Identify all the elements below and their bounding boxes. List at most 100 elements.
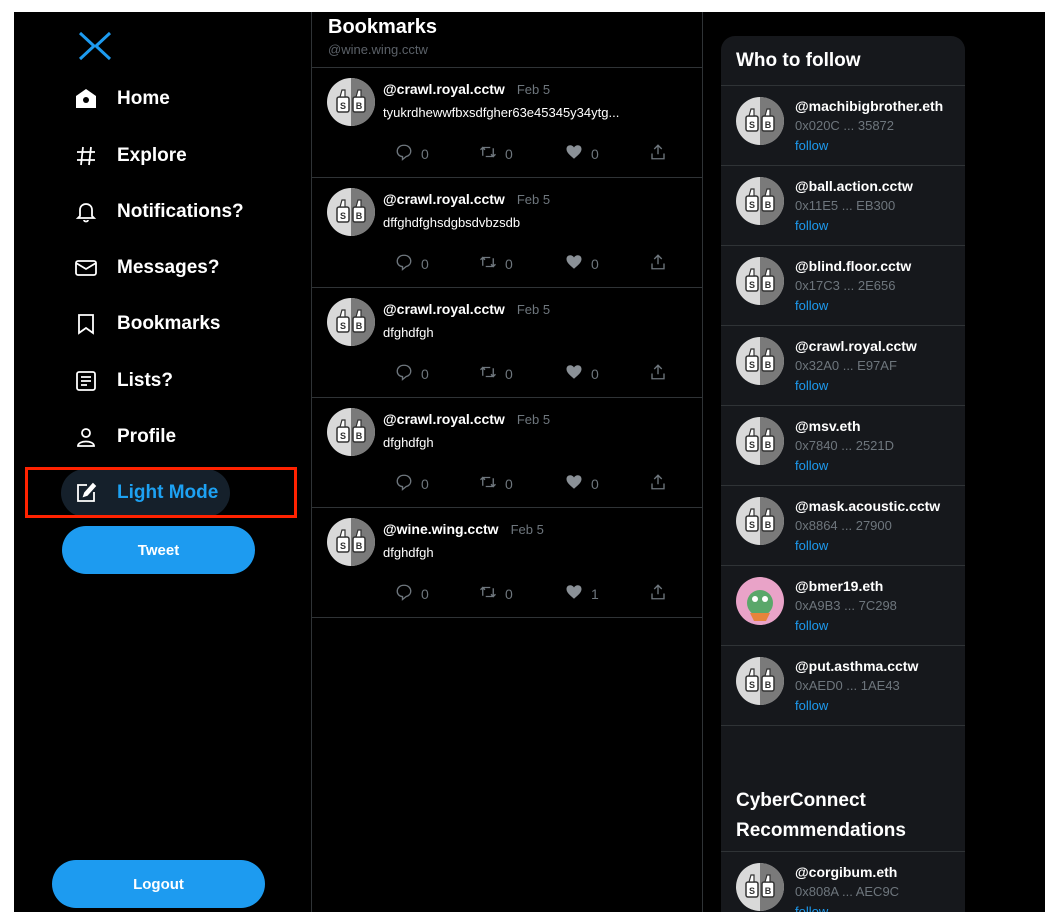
suggestion-handle[interactable]: @put.asthma.cctw: [795, 658, 918, 674]
sidebar-item-profile[interactable]: Profile: [61, 413, 188, 461]
post-handle[interactable]: @crawl.royal.cctw: [383, 191, 505, 207]
follow-link[interactable]: follow: [795, 698, 828, 713]
avatar[interactable]: SB: [736, 97, 784, 145]
home-icon: [73, 86, 99, 112]
post-item[interactable]: S B @crawl.royal.cctw Feb 5 dfghdfgh 0 0 0: [312, 398, 702, 508]
suggestion-handle[interactable]: @bmer19.eth: [795, 578, 883, 594]
follow-suggestion[interactable]: S B @blind.floor.cctw 0x17C3 ... 2E656 follo…: [721, 246, 965, 326]
avatar[interactable]: SB: [327, 78, 375, 126]
avatar[interactable]: SB: [736, 257, 784, 305]
suggestion-address: 0x808A ... AEC9C: [795, 884, 900, 899]
follow-link[interactable]: follow: [795, 458, 828, 473]
avatar[interactable]: SB: [327, 518, 375, 566]
recommendations-list: S B @corgibum.eth 0x808A ... AEC9C follow: [721, 852, 965, 912]
reply-button[interactable]: 0: [395, 473, 429, 494]
follow-link[interactable]: follow: [795, 298, 828, 313]
post-handle[interactable]: @crawl.royal.cctw: [383, 301, 505, 317]
follow-link[interactable]: follow: [795, 378, 828, 393]
avatar[interactable]: SB: [736, 337, 784, 385]
follow-suggestion[interactable]: S B @machibigbrother.eth 0x020C ... 35872 fo…: [721, 86, 965, 166]
post-item[interactable]: S B @wine.wing.cctw Feb 5 dfghdfgh 0 0 1: [312, 508, 702, 618]
post-item[interactable]: S B @crawl.royal.cctw Feb 5 dfghdfgh 0 0 0: [312, 288, 702, 398]
retweet-button[interactable]: 0: [479, 363, 513, 384]
like-button[interactable]: 1: [565, 583, 599, 604]
follow-link[interactable]: follow: [795, 218, 828, 233]
like-button[interactable]: 0: [565, 473, 599, 494]
retweet-button[interactable]: 0: [479, 143, 513, 164]
logout-button[interactable]: Logout: [52, 860, 265, 908]
sidebar: Home Explore Notifications? Messages? Bo: [14, 12, 311, 912]
post-handle[interactable]: @crawl.royal.cctw: [383, 81, 505, 97]
avatar[interactable]: SB: [736, 657, 784, 705]
sidebar-item-home[interactable]: Home: [61, 75, 182, 123]
post-handle[interactable]: @crawl.royal.cctw: [383, 411, 505, 427]
follow-link[interactable]: follow: [795, 538, 828, 553]
reply-button[interactable]: 0: [395, 583, 429, 604]
suggestion-handle[interactable]: @crawl.royal.cctw: [795, 338, 917, 354]
share-button[interactable]: [649, 473, 667, 494]
sidebar-item-messages[interactable]: Messages?: [61, 244, 231, 292]
suggestion-handle[interactable]: @blind.floor.cctw: [795, 258, 911, 274]
follow-suggestion[interactable]: S B @ball.action.cctw 0x11E5 ... EB300 follo…: [721, 166, 965, 246]
svg-text:B: B: [765, 360, 772, 370]
sidebar-item-notifications[interactable]: Notifications?: [61, 188, 256, 236]
follow-suggestion[interactable]: S B @mask.acoustic.cctw 0x8864 ... 27900 fol…: [721, 486, 965, 566]
avatar[interactable]: SB: [736, 177, 784, 225]
suggestion-handle[interactable]: @ball.action.cctw: [795, 178, 913, 194]
recommendations-title-line: Recommendations: [736, 820, 906, 841]
post-date: Feb 5: [516, 82, 551, 97]
like-button[interactable]: 0: [565, 143, 599, 164]
post-handle[interactable]: @wine.wing.cctw: [383, 521, 499, 537]
suggestion-address: 0x32A0 ... E97AF: [795, 358, 897, 373]
share-button[interactable]: [649, 143, 667, 164]
follow-link[interactable]: follow: [795, 618, 828, 633]
post-meta: @wine.wing.cctw Feb 5: [383, 521, 544, 537]
retweet-button[interactable]: 0: [479, 583, 513, 604]
retweet-button[interactable]: 0: [479, 253, 513, 274]
who-to-follow-list: S B @machibigbrother.eth 0x020C ... 35872 fo…: [721, 86, 965, 726]
avatar[interactable]: SB: [736, 497, 784, 545]
suggestion-handle[interactable]: @mask.acoustic.cctw: [795, 498, 940, 514]
sidebar-item-label: Bookmarks: [117, 313, 221, 334]
suggestion-handle[interactable]: @corgibum.eth: [795, 864, 897, 880]
retweet-count: 0: [505, 255, 513, 272]
share-button[interactable]: [649, 363, 667, 384]
like-count: 1: [591, 585, 599, 602]
follow-link[interactable]: follow: [795, 138, 828, 153]
avatar[interactable]: SB: [736, 417, 784, 465]
sidebar-item-label: Notifications?: [117, 201, 244, 222]
follow-suggestion[interactable]: S B @crawl.royal.cctw 0x32A0 ... E97AF follo…: [721, 326, 965, 406]
like-button[interactable]: 0: [565, 253, 599, 274]
follow-suggestion[interactable]: S B @msv.eth 0x7840 ... 2521D follow: [721, 406, 965, 486]
follow-link[interactable]: follow: [795, 904, 828, 912]
cyberconnect-x-logo-icon[interactable]: [78, 29, 112, 63]
post-item[interactable]: S B @crawl.royal.cctw Feb 5 dffghdfghsdgbsdv…: [312, 178, 702, 288]
suggestion-handle[interactable]: @msv.eth: [795, 418, 861, 434]
avatar[interactable]: SB: [736, 863, 784, 911]
avatar[interactable]: SB: [327, 408, 375, 456]
share-button[interactable]: [649, 583, 667, 604]
page-subtitle: @wine.wing.cctw: [328, 42, 428, 57]
reply-button[interactable]: 0: [395, 143, 429, 164]
tweet-button[interactable]: Tweet: [62, 526, 255, 574]
retweet-button[interactable]: 0: [479, 473, 513, 494]
post-item[interactable]: S B @crawl.royal.cctw Feb 5 tyukrdhewwfbxsdf…: [312, 68, 702, 178]
post-list: S B @crawl.royal.cctw Feb 5 tyukrdhewwfbxsdf…: [312, 68, 702, 618]
sidebar-item-lists[interactable]: Lists?: [61, 357, 185, 405]
recommendation-item[interactable]: S B @corgibum.eth 0x808A ... AEC9C follow: [721, 852, 965, 912]
reply-button[interactable]: 0: [395, 363, 429, 384]
share-button[interactable]: [649, 253, 667, 274]
suggestion-handle[interactable]: @machibigbrother.eth: [795, 98, 943, 114]
avatar[interactable]: SB: [327, 188, 375, 236]
sidebar-item-explore[interactable]: Explore: [61, 132, 199, 180]
sidebar-item-label: Profile: [117, 426, 177, 447]
like-button[interactable]: 0: [565, 363, 599, 384]
reply-button[interactable]: 0: [395, 253, 429, 274]
envelope-icon: [73, 255, 99, 281]
follow-suggestion[interactable]: S B @put.asthma.cctw 0xAED0 ... 1AE43 follow: [721, 646, 965, 726]
sidebar-item-bookmarks[interactable]: Bookmarks: [61, 300, 233, 348]
share-icon: [649, 473, 667, 494]
avatar[interactable]: SB: [327, 298, 375, 346]
avatar[interactable]: [736, 577, 784, 625]
follow-suggestion[interactable]: @bmer19.eth 0xA9B3 ... 7C298 follow: [721, 566, 965, 646]
